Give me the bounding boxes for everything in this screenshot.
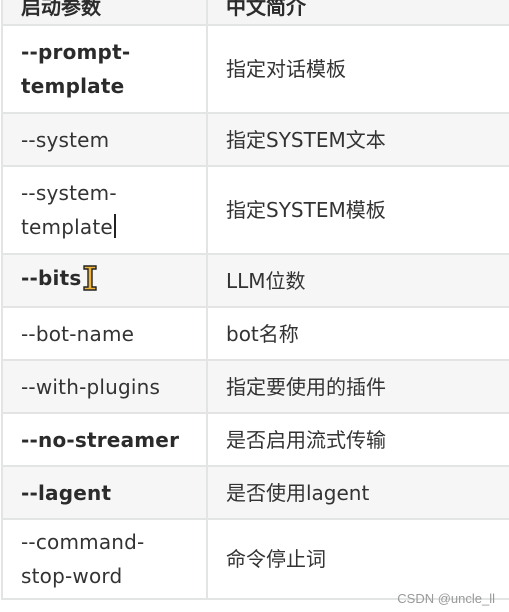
table-row: --bits LLM位数: [1, 253, 509, 308]
param-cell: --no-streamer: [1, 412, 208, 467]
param-line: stop-word: [21, 564, 123, 588]
desc-cell: LLM位数: [206, 253, 509, 308]
param-line: template: [21, 74, 125, 98]
table-row: --system 指定SYSTEM文本: [1, 112, 509, 167]
param-cell: --command- stop-word: [1, 518, 208, 600]
desc-cell: 指定SYSTEM模板: [206, 165, 509, 255]
desc-cell: 是否启用流式传输: [206, 412, 509, 467]
desc-cell: 指定对话模板: [206, 24, 509, 114]
param-text: --bits: [21, 265, 82, 290]
param-line: --prompt-: [21, 40, 131, 64]
param-cell: --bot-name: [1, 306, 208, 361]
param-line: --command-: [21, 530, 145, 554]
table-row: --lagent 是否使用lagent: [1, 465, 509, 520]
table-row: --system- template 指定SYSTEM模板: [1, 165, 509, 255]
desc-cell: 指定要使用的插件: [206, 359, 509, 414]
desc-cell: 指定SYSTEM文本: [206, 112, 509, 167]
param-cell: --lagent: [1, 465, 208, 520]
param-cell: --system: [1, 112, 208, 167]
param-cell: --prompt- template: [1, 24, 208, 114]
desc-cell: bot名称: [206, 306, 509, 361]
param-cell: --with-plugins: [1, 359, 208, 414]
table-header-row: 启动参数 中文简介: [1, 0, 509, 26]
table-row: --bot-name bot名称: [1, 306, 509, 361]
table-row: --prompt- template 指定对话模板: [1, 24, 509, 114]
i-beam-cursor-icon: [83, 264, 98, 301]
desc-cell: 命令停止词: [206, 518, 509, 600]
param-line: --system-: [21, 181, 117, 205]
table-row: --command- stop-word 命令停止词: [1, 518, 509, 600]
param-cell[interactable]: --system- template: [1, 165, 208, 255]
header-description: 中文简介: [206, 0, 509, 26]
param-line: template: [21, 215, 113, 239]
desc-cell: 是否使用lagent: [206, 465, 509, 520]
watermark: CSDN @uncle_ll: [397, 591, 495, 606]
parameters-table: 启动参数 中文简介 --prompt- template 指定对话模板 --sy…: [1, 0, 509, 600]
header-param: 启动参数: [1, 0, 208, 26]
text-caret: [113, 214, 116, 238]
table-row: --with-plugins 指定要使用的插件: [1, 359, 509, 414]
table-row: --no-streamer 是否启用流式传输: [1, 412, 509, 467]
param-cell: --bits: [1, 253, 208, 308]
